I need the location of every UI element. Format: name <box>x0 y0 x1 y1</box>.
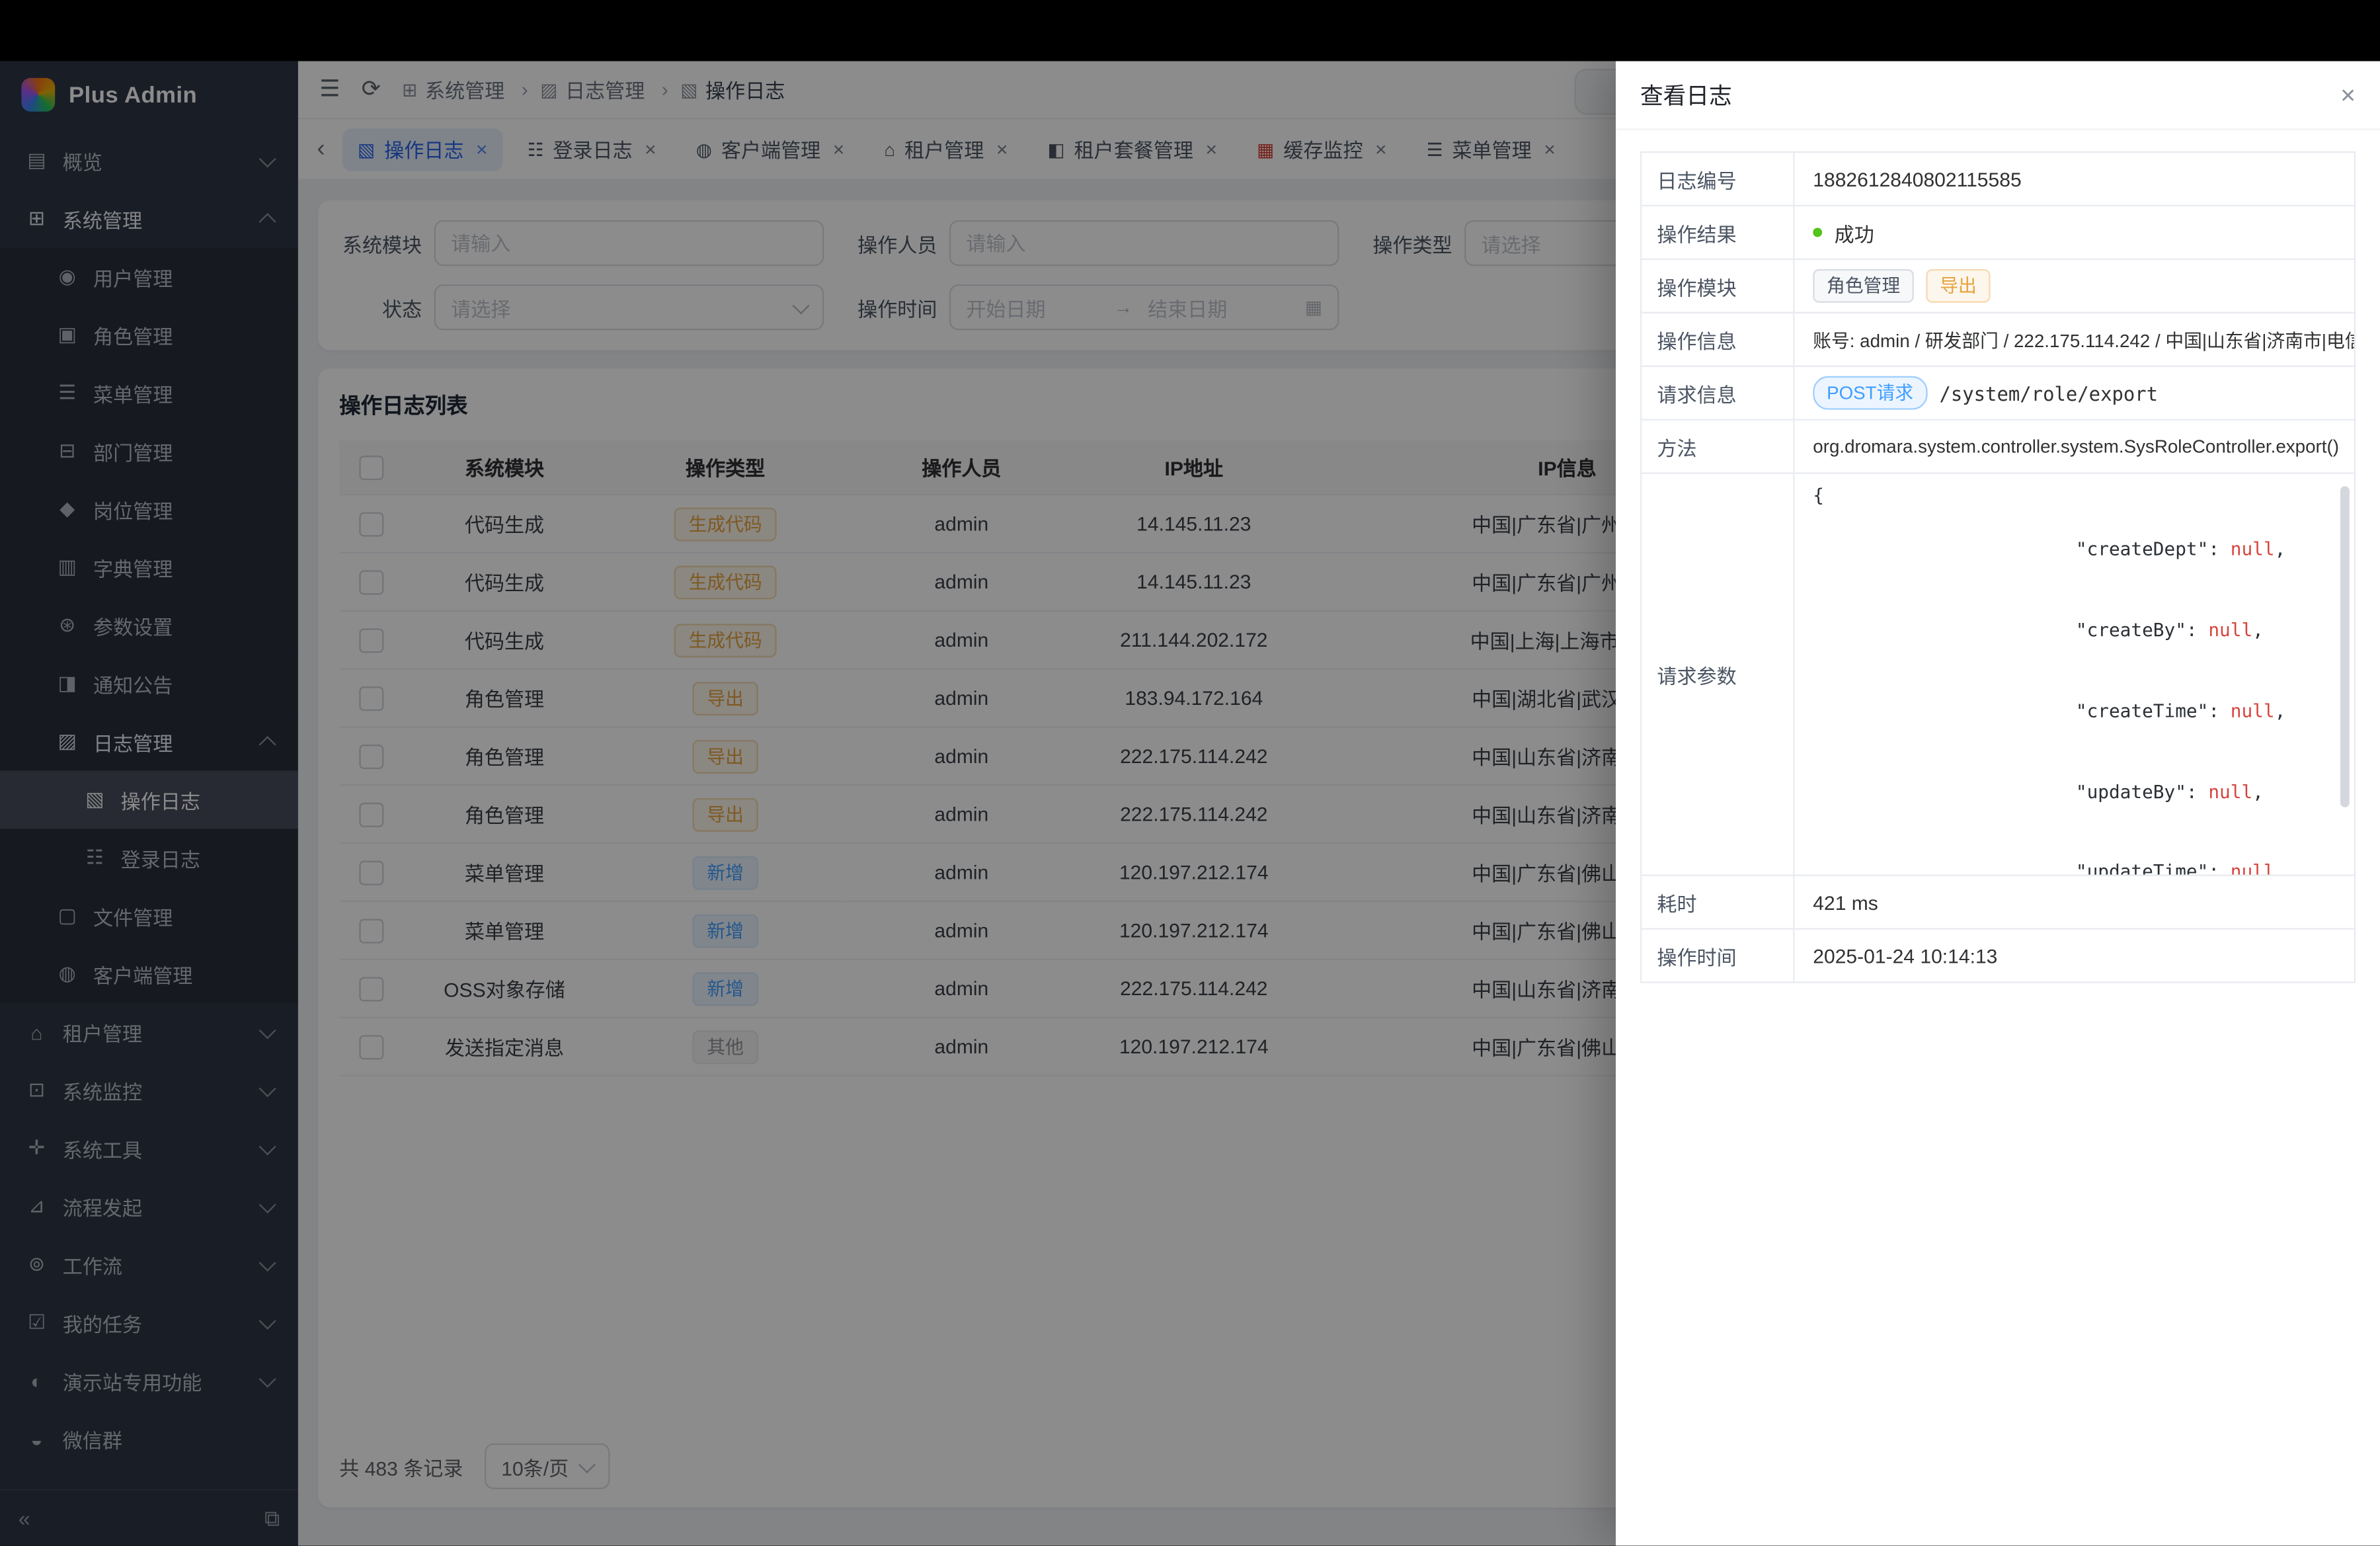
log-id-value: 1882612840802115585 <box>1795 153 2354 205</box>
json-key: "createDept" <box>2076 538 2208 559</box>
drawer-title: 查看日志 <box>1640 79 1732 111</box>
drawer-header: 查看日志 × <box>1616 61 2380 130</box>
request-path: /system/role/export <box>1939 382 2158 405</box>
module-tag: 角色管理 <box>1813 269 1914 303</box>
desc-row-params: 请求参数 { "createDept": null, "createBy": <box>1642 474 2354 876</box>
post-method-tag: POST请求 <box>1813 376 1927 410</box>
json-code-block[interactable]: { "createDept": null, "createBy": null, <box>1795 474 2354 875</box>
desc-label: 操作信息 <box>1642 313 1794 366</box>
view-log-drawer: 查看日志 × 日志编号 1882612840802115585 操作结果 成功 <box>1616 61 2380 1545</box>
desc-row-method: 方法 org.dromara.system.controller.system.… <box>1642 421 2354 474</box>
duration-value: 421 ms <box>1795 876 2354 928</box>
desc-label: 方法 <box>1642 421 1794 473</box>
desc-row-log-id: 日志编号 1882612840802115585 <box>1642 153 2354 206</box>
json-line: "createTime": null, <box>1813 671 2330 752</box>
desc-row-request: 请求信息 POST请求 /system/role/export <box>1642 367 2354 421</box>
json-line: "updateBy": null, <box>1813 752 2330 833</box>
method-value: org.dromara.system.controller.system.Sys… <box>1795 421 2354 473</box>
json-null-value: null <box>2231 700 2275 721</box>
json-lines: "createDept": null, "createBy": null, "c… <box>1813 510 2330 874</box>
desc-row-result: 操作结果 成功 <box>1642 206 2354 260</box>
module-action-tag: 导出 <box>1926 269 1990 303</box>
close-icon[interactable]: × <box>2340 82 2356 108</box>
desc-label: 操作结果 <box>1642 206 1794 259</box>
json-null-value: null <box>2231 861 2275 874</box>
json-key: "updateTime" <box>2076 861 2208 874</box>
desc-label: 操作时间 <box>1642 930 1794 982</box>
operation-info-value: 账号: admin / 研发部门 / 222.175.114.242 / 中国|… <box>1795 313 2354 366</box>
json-line: "updateTime": null, <box>1813 833 2330 874</box>
app-window: Plus Admin ▤ 概览 ⊞ 系统管理 ◉ 用户管理 <box>0 61 2380 1545</box>
drawer-body: 日志编号 1882612840802115585 操作结果 成功 操作模块 <box>1616 130 2380 1005</box>
desc-label: 操作模块 <box>1642 260 1794 312</box>
module-value: 角色管理 导出 <box>1795 260 2354 312</box>
json-key: "createTime" <box>2076 700 2208 721</box>
scrollbar-thumb[interactable] <box>2340 486 2350 807</box>
json-null-value: null <box>2208 619 2252 640</box>
json-null-value: null <box>2231 538 2275 559</box>
operation-time-value: 2025-01-24 10:14:13 <box>1795 930 2354 982</box>
screen: Plus Admin ▤ 概览 ⊞ 系统管理 ◉ 用户管理 <box>0 0 2380 1546</box>
json-key: "createBy" <box>2076 619 2186 640</box>
json-line: "createDept": null, <box>1813 510 2330 590</box>
json-open-brace: { <box>1813 483 2330 510</box>
success-status-dot <box>1813 228 1822 237</box>
log-descriptions: 日志编号 1882612840802115585 操作结果 成功 操作模块 <box>1640 151 2356 983</box>
desc-row-info: 操作信息 账号: admin / 研发部门 / 222.175.114.242 … <box>1642 313 2354 367</box>
desc-label: 请求信息 <box>1642 367 1794 419</box>
json-line: "createBy": null, <box>1813 590 2330 671</box>
request-info-value: POST请求 /system/role/export <box>1795 367 2354 419</box>
json-key: "updateBy" <box>2076 780 2186 801</box>
desc-label: 耗时 <box>1642 876 1794 928</box>
desc-label: 请求参数 <box>1642 474 1794 875</box>
desc-row-time: 操作时间 2025-01-24 10:14:13 <box>1642 930 2354 982</box>
desc-label: 日志编号 <box>1642 153 1794 205</box>
json-null-value: null <box>2208 780 2252 801</box>
desc-row-module: 操作模块 角色管理 导出 <box>1642 260 2354 313</box>
result-value: 成功 <box>1795 206 2354 259</box>
result-text: 成功 <box>1835 218 1874 247</box>
code-scrollbar <box>2340 483 2350 866</box>
desc-row-duration: 耗时 421 ms <box>1642 876 2354 930</box>
request-params-value: { "createDept": null, "createBy": null, <box>1795 474 2354 875</box>
